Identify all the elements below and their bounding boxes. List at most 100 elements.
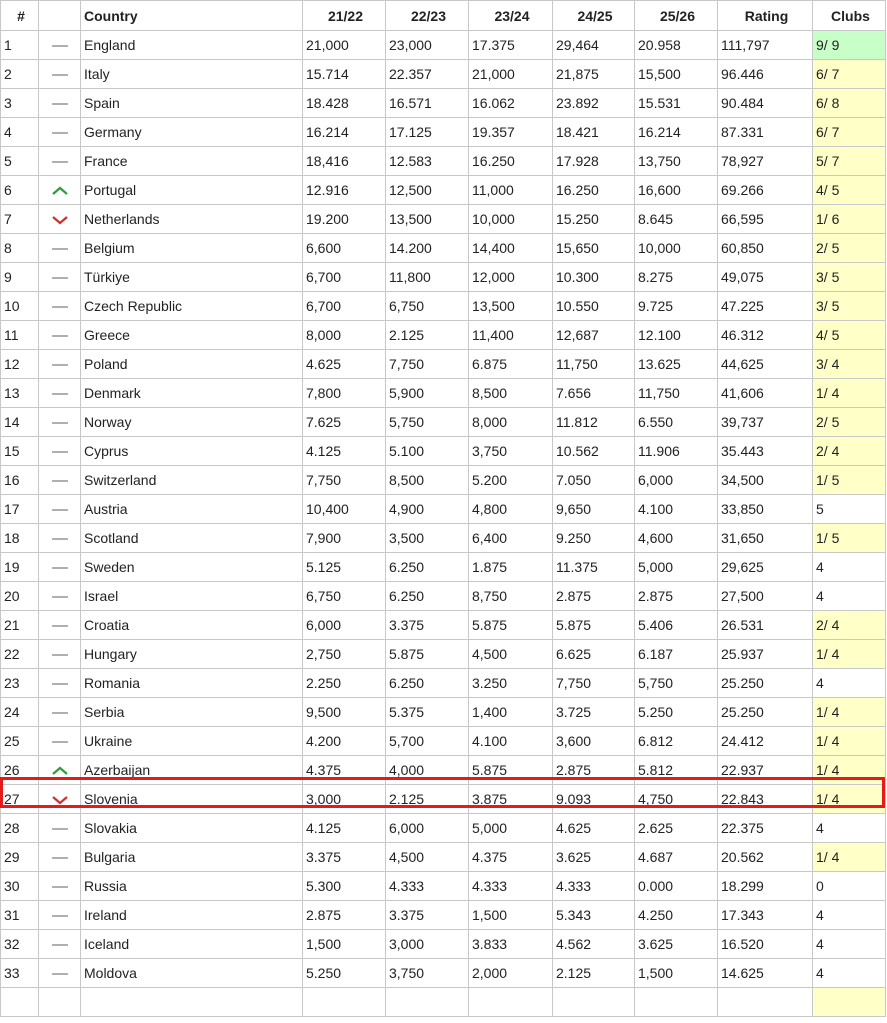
season-2-cell: 3.375	[385, 900, 469, 930]
season-5-cell: 2.625	[634, 813, 718, 843]
header-rating[interactable]: Rating	[717, 0, 813, 31]
clubs-cell: 4	[812, 552, 886, 582]
season-2-cell: 17.125	[385, 117, 469, 147]
rank-cell: 15	[0, 436, 39, 466]
country-cell: Germany	[80, 117, 303, 147]
season-5-cell: 1,500	[634, 958, 718, 988]
rank-cell	[0, 987, 39, 1017]
season-3-cell: 8,500	[468, 378, 553, 408]
season-4-cell: 3.725	[552, 697, 635, 727]
season-4-cell: 2.125	[552, 958, 635, 988]
rating-cell: 18.299	[717, 871, 813, 901]
rank-cell: 20	[0, 581, 39, 611]
season-2-cell: 4,900	[385, 494, 469, 524]
season-3-cell: 13,500	[468, 291, 553, 321]
season-3-cell: 5.875	[468, 755, 553, 785]
rank-cell: 23	[0, 668, 39, 698]
season-3-cell: 5,000	[468, 813, 553, 843]
no-change-icon	[51, 364, 68, 367]
season-4-cell: 11.375	[552, 552, 635, 582]
chevron-up-icon	[51, 186, 68, 196]
season-4-cell: 5.875	[552, 610, 635, 640]
rank-cell: 7	[0, 204, 39, 234]
country-cell: Hungary	[80, 639, 303, 669]
clubs-cell: 4	[812, 813, 886, 843]
rating-cell: 34,500	[717, 465, 813, 495]
no-change-icon	[51, 915, 68, 918]
rating-cell: 87.331	[717, 117, 813, 147]
country-cell	[80, 987, 303, 1017]
season-1-cell: 1,500	[302, 929, 386, 959]
uefa-country-ranking-table: # Country 21/22 22/23 23/24 24/25 25/26 …	[0, 0, 886, 1017]
header-season-4[interactable]: 24/25	[552, 0, 635, 31]
chevron-down-icon	[51, 796, 68, 805]
clubs-cell: 0	[812, 871, 886, 901]
rank-cell: 32	[0, 929, 39, 959]
season-3-cell: 6.875	[468, 349, 553, 379]
trend-cell	[38, 175, 81, 205]
trend-cell	[38, 871, 81, 901]
season-5-cell: 4,750	[634, 784, 718, 814]
season-2-cell: 12.583	[385, 146, 469, 176]
season-1-cell: 7,750	[302, 465, 386, 495]
rank-cell: 30	[0, 871, 39, 901]
rank-cell: 31	[0, 900, 39, 930]
season-1-cell: 18.428	[302, 88, 386, 118]
season-4-cell: 11,750	[552, 349, 635, 379]
table-row: 2 Italy 15.714 22.357 21,000 21,875 15,500 96.4…	[0, 59, 886, 89]
header-season-3[interactable]: 23/24	[468, 0, 553, 31]
table-row: 12 Poland 4.625 7,750 6.875 11,750 13.625 44,62…	[0, 349, 886, 379]
header-season-1[interactable]: 21/22	[302, 0, 386, 31]
rating-cell: 111,797	[717, 30, 813, 60]
clubs-cell: 5	[812, 494, 886, 524]
country-cell: Bulgaria	[80, 842, 303, 872]
season-2-cell: 3.375	[385, 610, 469, 640]
trend-cell	[38, 494, 81, 524]
table-row: 6 Portugal 12.916 12,500 11,000 16.250 16,600 6…	[0, 175, 886, 205]
season-5-cell: 8.645	[634, 204, 718, 234]
trend-cell	[38, 407, 81, 437]
no-change-icon	[51, 451, 68, 454]
header-rank[interactable]: #	[0, 0, 39, 31]
no-change-icon	[51, 161, 68, 164]
no-change-icon	[51, 973, 68, 976]
season-4-cell: 10.300	[552, 262, 635, 292]
season-1-cell: 3.375	[302, 842, 386, 872]
season-2-cell: 8,500	[385, 465, 469, 495]
season-4-cell: 15,650	[552, 233, 635, 263]
season-5-cell: 11.906	[634, 436, 718, 466]
season-5-cell: 13,750	[634, 146, 718, 176]
no-change-icon	[51, 567, 68, 570]
season-5-cell: 6.550	[634, 407, 718, 437]
season-4-cell: 12,687	[552, 320, 635, 350]
table-row: 32 Iceland 1,500 3,000 3.833 4.562 3.625 16.520…	[0, 929, 886, 959]
season-3-cell: 11,400	[468, 320, 553, 350]
season-3-cell: 8,750	[468, 581, 553, 611]
header-country[interactable]: Country	[80, 0, 303, 31]
header-clubs[interactable]: Clubs	[812, 0, 886, 31]
season-5-cell: 2.875	[634, 581, 718, 611]
season-1-cell: 2.250	[302, 668, 386, 698]
no-change-icon	[51, 683, 68, 686]
trend-cell	[38, 900, 81, 930]
season-4-cell: 9.250	[552, 523, 635, 553]
trend-cell	[38, 552, 81, 582]
rank-cell: 29	[0, 842, 39, 872]
season-1-cell: 21,000	[302, 30, 386, 60]
season-4-cell: 7.050	[552, 465, 635, 495]
no-change-icon	[51, 480, 68, 483]
rating-cell: 24.412	[717, 726, 813, 756]
header-season-2[interactable]: 22/23	[385, 0, 469, 31]
season-1-cell: 7,900	[302, 523, 386, 553]
season-1-cell: 4.125	[302, 813, 386, 843]
season-1-cell: 4.625	[302, 349, 386, 379]
trend-cell	[38, 610, 81, 640]
table-row: 16 Switzerland 7,750 8,500 5.200 7.050 6,000 34…	[0, 465, 886, 495]
country-cell: Netherlands	[80, 204, 303, 234]
header-season-5[interactable]: 25/26	[634, 0, 718, 31]
season-2-cell: 5.875	[385, 639, 469, 669]
clubs-cell: 3/ 5	[812, 262, 886, 292]
season-3-cell: 16.062	[468, 88, 553, 118]
table-row: 3 Spain 18.428 16.571 16.062 23.892 15.531 90.4…	[0, 88, 886, 118]
rating-cell: 31,650	[717, 523, 813, 553]
